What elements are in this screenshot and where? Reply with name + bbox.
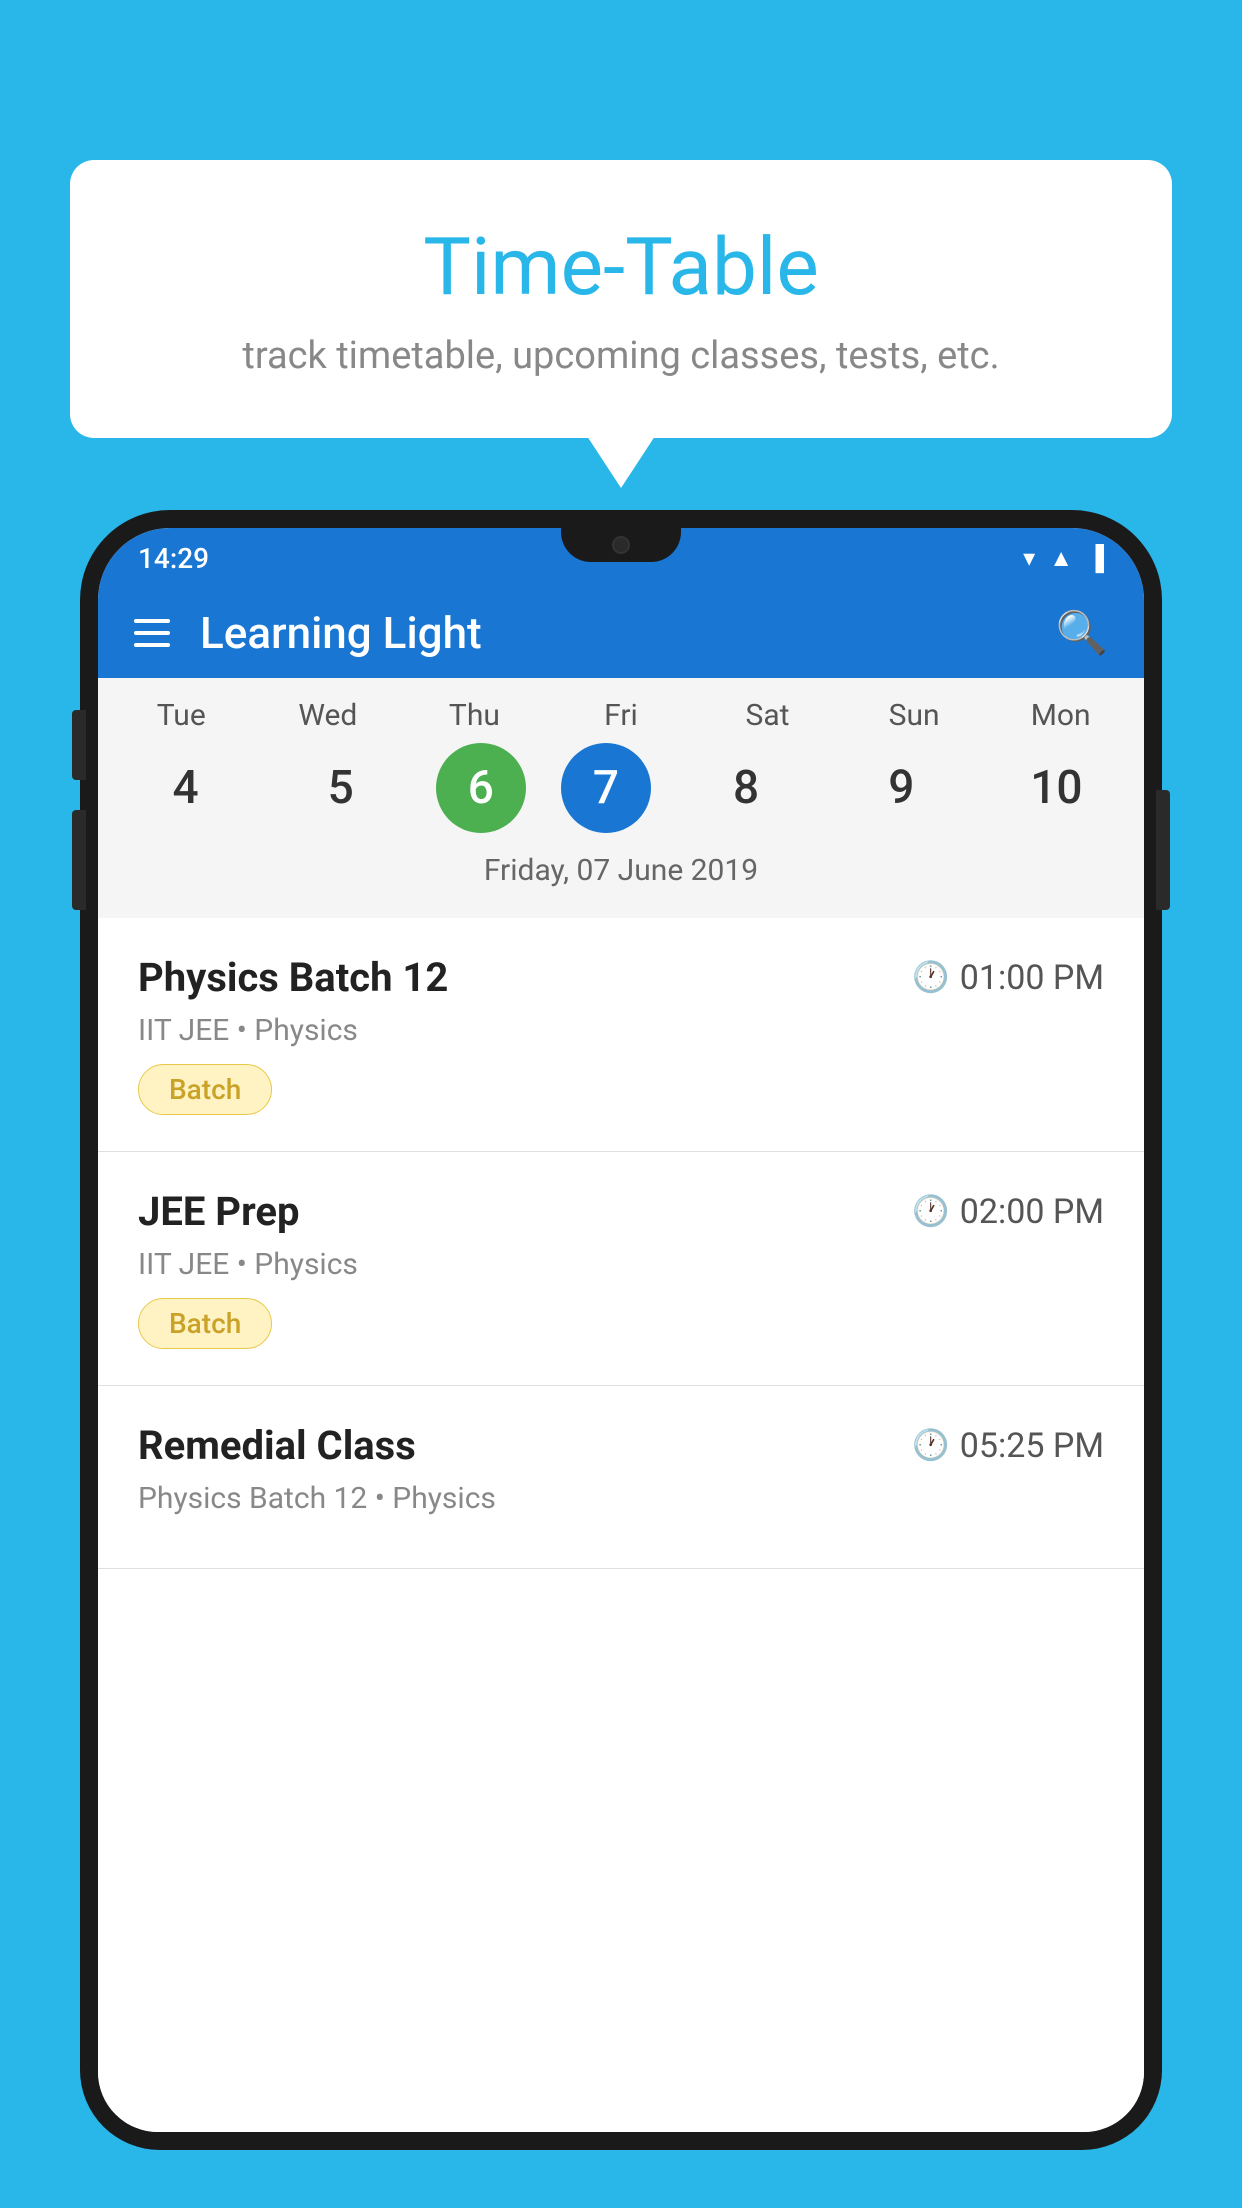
phone-screen: 14:29 ▾ ▲ ▐ Learning Light 🔍 — [98, 528, 1144, 2132]
day-name-sat: Sat — [708, 698, 828, 733]
class-item-2-header: JEE Prep 🕐 02:00 PM — [138, 1188, 1104, 1235]
day-5[interactable]: 5 — [281, 743, 401, 833]
day-name-fri: Fri — [561, 698, 681, 733]
class-meta-3: Physics Batch 12 • Physics — [138, 1481, 1104, 1516]
status-time: 14:29 — [138, 542, 209, 575]
class-name-2: JEE Prep — [138, 1188, 299, 1235]
speech-bubble-container: Time-Table track timetable, upcoming cla… — [70, 160, 1172, 438]
day-name-tue: Tue — [121, 698, 241, 733]
batch-tag-1: Batch — [138, 1064, 272, 1115]
screen-content: 14:29 ▾ ▲ ▐ Learning Light 🔍 — [98, 528, 1144, 2132]
signal-icon: ▲ — [1049, 544, 1073, 573]
batch-tag-2: Batch — [138, 1298, 272, 1349]
class-item-1[interactable]: Physics Batch 12 🕐 01:00 PM IIT JEE • Ph… — [98, 918, 1144, 1152]
day-name-thu: Thu — [414, 698, 534, 733]
time-value-1: 01:00 PM — [960, 958, 1104, 998]
class-item-2[interactable]: JEE Prep 🕐 02:00 PM IIT JEE • Physics Ba… — [98, 1152, 1144, 1386]
class-time-1: 🕐 01:00 PM — [912, 958, 1104, 998]
clock-icon-1: 🕐 — [912, 960, 949, 995]
class-meta-2: IIT JEE • Physics — [138, 1247, 1104, 1282]
wifi-icon: ▾ — [1023, 544, 1035, 572]
class-item-1-header: Physics Batch 12 🕐 01:00 PM — [138, 954, 1104, 1001]
power-button — [1156, 790, 1170, 910]
phone-outer: 14:29 ▾ ▲ ▐ Learning Light 🔍 — [80, 510, 1162, 2150]
class-item-3[interactable]: Remedial Class 🕐 05:25 PM Physics Batch … — [98, 1386, 1144, 1569]
search-icon[interactable]: 🔍 — [1056, 609, 1108, 658]
class-name-3: Remedial Class — [138, 1422, 416, 1469]
days-header: Tue Wed Thu Fri Sat Sun Mon — [98, 698, 1144, 733]
day-4[interactable]: 4 — [126, 743, 246, 833]
days-numbers: 4 5 6 7 8 9 10 — [98, 743, 1144, 843]
day-7-selected[interactable]: 7 — [561, 743, 651, 833]
class-name-1: Physics Batch 12 — [138, 954, 448, 1001]
selected-date-label: Friday, 07 June 2019 — [98, 843, 1144, 908]
day-name-sun: Sun — [854, 698, 974, 733]
class-time-3: 🕐 05:25 PM — [912, 1426, 1104, 1466]
class-time-2: 🕐 02:00 PM — [912, 1192, 1104, 1232]
clock-icon-3: 🕐 — [912, 1428, 949, 1463]
time-value-2: 02:00 PM — [960, 1192, 1104, 1232]
menu-icon[interactable] — [134, 619, 170, 647]
day-name-wed: Wed — [268, 698, 388, 733]
bubble-title: Time-Table — [130, 220, 1112, 314]
app-bar: Learning Light 🔍 — [98, 588, 1144, 678]
day-8[interactable]: 8 — [686, 743, 806, 833]
front-camera — [612, 536, 630, 554]
classes-list: Physics Batch 12 🕐 01:00 PM IIT JEE • Ph… — [98, 918, 1144, 2132]
day-9[interactable]: 9 — [841, 743, 961, 833]
calendar-strip: Tue Wed Thu Fri Sat Sun Mon 4 5 6 7 8 — [98, 678, 1144, 918]
class-item-3-header: Remedial Class 🕐 05:25 PM — [138, 1422, 1104, 1469]
volume-button-2 — [72, 810, 86, 910]
clock-icon-2: 🕐 — [912, 1194, 949, 1229]
day-name-mon: Mon — [1001, 698, 1121, 733]
day-10[interactable]: 10 — [996, 743, 1116, 833]
day-6-today[interactable]: 6 — [436, 743, 526, 833]
volume-button-1 — [72, 710, 86, 780]
speech-bubble: Time-Table track timetable, upcoming cla… — [70, 160, 1172, 438]
phone-container: 14:29 ▾ ▲ ▐ Learning Light 🔍 — [80, 510, 1162, 2208]
status-icons: ▾ ▲ ▐ — [1023, 544, 1104, 573]
time-value-3: 05:25 PM — [960, 1426, 1104, 1466]
notch — [561, 528, 681, 562]
bubble-subtitle: track timetable, upcoming classes, tests… — [130, 334, 1112, 378]
app-title: Learning Light — [200, 607, 1056, 659]
battery-icon: ▐ — [1087, 544, 1104, 573]
class-meta-1: IIT JEE • Physics — [138, 1013, 1104, 1048]
